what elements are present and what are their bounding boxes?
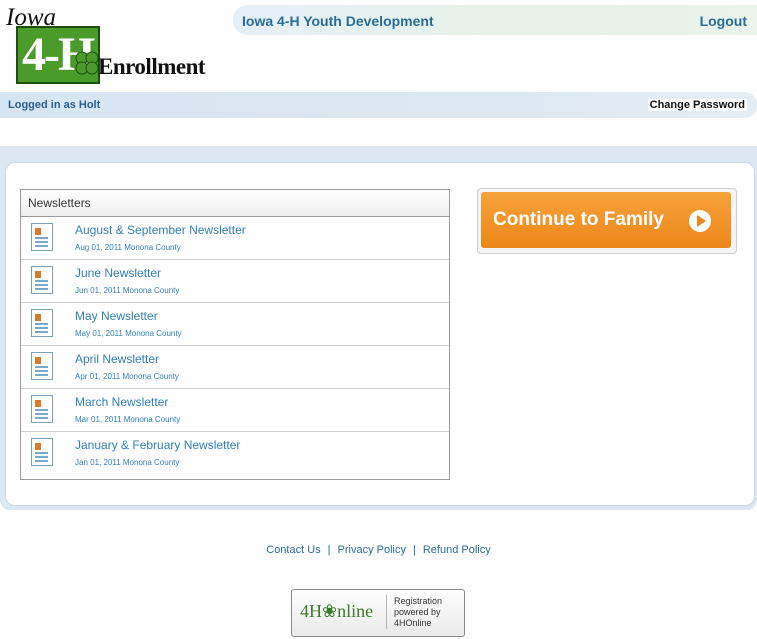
newsletter-title[interactable]: June Newsletter bbox=[75, 266, 161, 280]
continue-button-label: Continue to Family bbox=[493, 209, 664, 230]
list-item[interactable]: April Newsletter Apr 01, 2011 Monona Cou… bbox=[21, 346, 449, 389]
document-icon bbox=[31, 309, 53, 337]
powered-by-badge[interactable]: 4H❀nline Registration powered by 4HOnlin… bbox=[291, 589, 465, 637]
list-item[interactable]: June Newsletter Jun 01, 2011 Monona Coun… bbox=[21, 260, 449, 303]
list-item[interactable]: January & February Newsletter Jan 01, 20… bbox=[21, 432, 449, 474]
newsletter-title[interactable]: April Newsletter bbox=[75, 352, 159, 366]
change-password-link[interactable]: Change Password bbox=[647, 99, 747, 111]
org-name: Iowa 4-H Youth Development bbox=[242, 13, 434, 29]
document-icon bbox=[31, 438, 53, 466]
footer-separator: | bbox=[327, 544, 331, 556]
enrollment-logo: Iowa 4-H Enrollment bbox=[6, 4, 212, 86]
document-icon bbox=[31, 223, 53, 251]
header-bar: Iowa 4-H Youth Development Logout bbox=[233, 5, 757, 35]
newsletter-meta: Jan 01, 2011 Monona County bbox=[75, 458, 180, 467]
newsletter-meta: Jun 01, 2011 Monona County bbox=[75, 286, 180, 295]
newsletters-heading: Newsletters bbox=[21, 190, 449, 217]
play-arrow-icon bbox=[689, 210, 711, 232]
newsletters-box: Newsletters August & September Newslette… bbox=[20, 189, 450, 480]
badge-divider bbox=[386, 595, 387, 629]
refund-policy-link[interactable]: Refund Policy bbox=[423, 544, 491, 556]
list-item[interactable]: August & September Newsletter Aug 01, 20… bbox=[21, 217, 449, 260]
newsletter-title[interactable]: August & September Newsletter bbox=[75, 223, 246, 237]
newsletter-meta: Mar 01, 2011 Monona County bbox=[75, 415, 181, 424]
newsletter-title[interactable]: March Newsletter bbox=[75, 395, 168, 409]
logo-product-text: Enrollment bbox=[98, 54, 206, 79]
powered-by-text: Registration powered by 4HOnline bbox=[394, 596, 460, 629]
logout-link[interactable]: Logout bbox=[700, 13, 747, 29]
footer-links: Contact Us | Privacy Policy | Refund Policy bbox=[0, 544, 757, 556]
newsletter-meta: Apr 01, 2011 Monona County bbox=[75, 372, 179, 381]
newsletter-title[interactable]: May Newsletter bbox=[75, 309, 158, 323]
document-icon bbox=[31, 352, 53, 380]
list-item[interactable]: May Newsletter May 01, 2011 Monona Count… bbox=[21, 303, 449, 346]
continue-to-family-button[interactable]: Continue to Family bbox=[481, 192, 731, 248]
user-bar: Logged in as Holt Change Password bbox=[0, 92, 757, 118]
contact-us-link[interactable]: Contact Us bbox=[266, 544, 320, 556]
cta-frame: Continue to Family bbox=[477, 188, 737, 254]
document-icon bbox=[31, 395, 53, 423]
newsletter-meta: May 01, 2011 Monona County bbox=[75, 329, 182, 338]
newsletter-meta: Aug 01, 2011 Monona County bbox=[75, 243, 181, 252]
newsletter-title[interactable]: January & February Newsletter bbox=[75, 438, 240, 452]
4honline-logo: 4H❀nline bbox=[300, 601, 374, 621]
privacy-policy-link[interactable]: Privacy Policy bbox=[338, 544, 406, 556]
badge-line: Registration bbox=[394, 596, 443, 606]
footer-separator: | bbox=[413, 544, 416, 556]
document-icon bbox=[31, 266, 53, 294]
badge-line: 4HOnline bbox=[394, 618, 432, 628]
clover-icon bbox=[75, 51, 99, 75]
badge-line: powered by bbox=[394, 607, 441, 617]
list-item[interactable]: March Newsletter Mar 01, 2011 Monona Cou… bbox=[21, 389, 449, 432]
logged-in-status: Logged in as Holt bbox=[8, 99, 101, 111]
